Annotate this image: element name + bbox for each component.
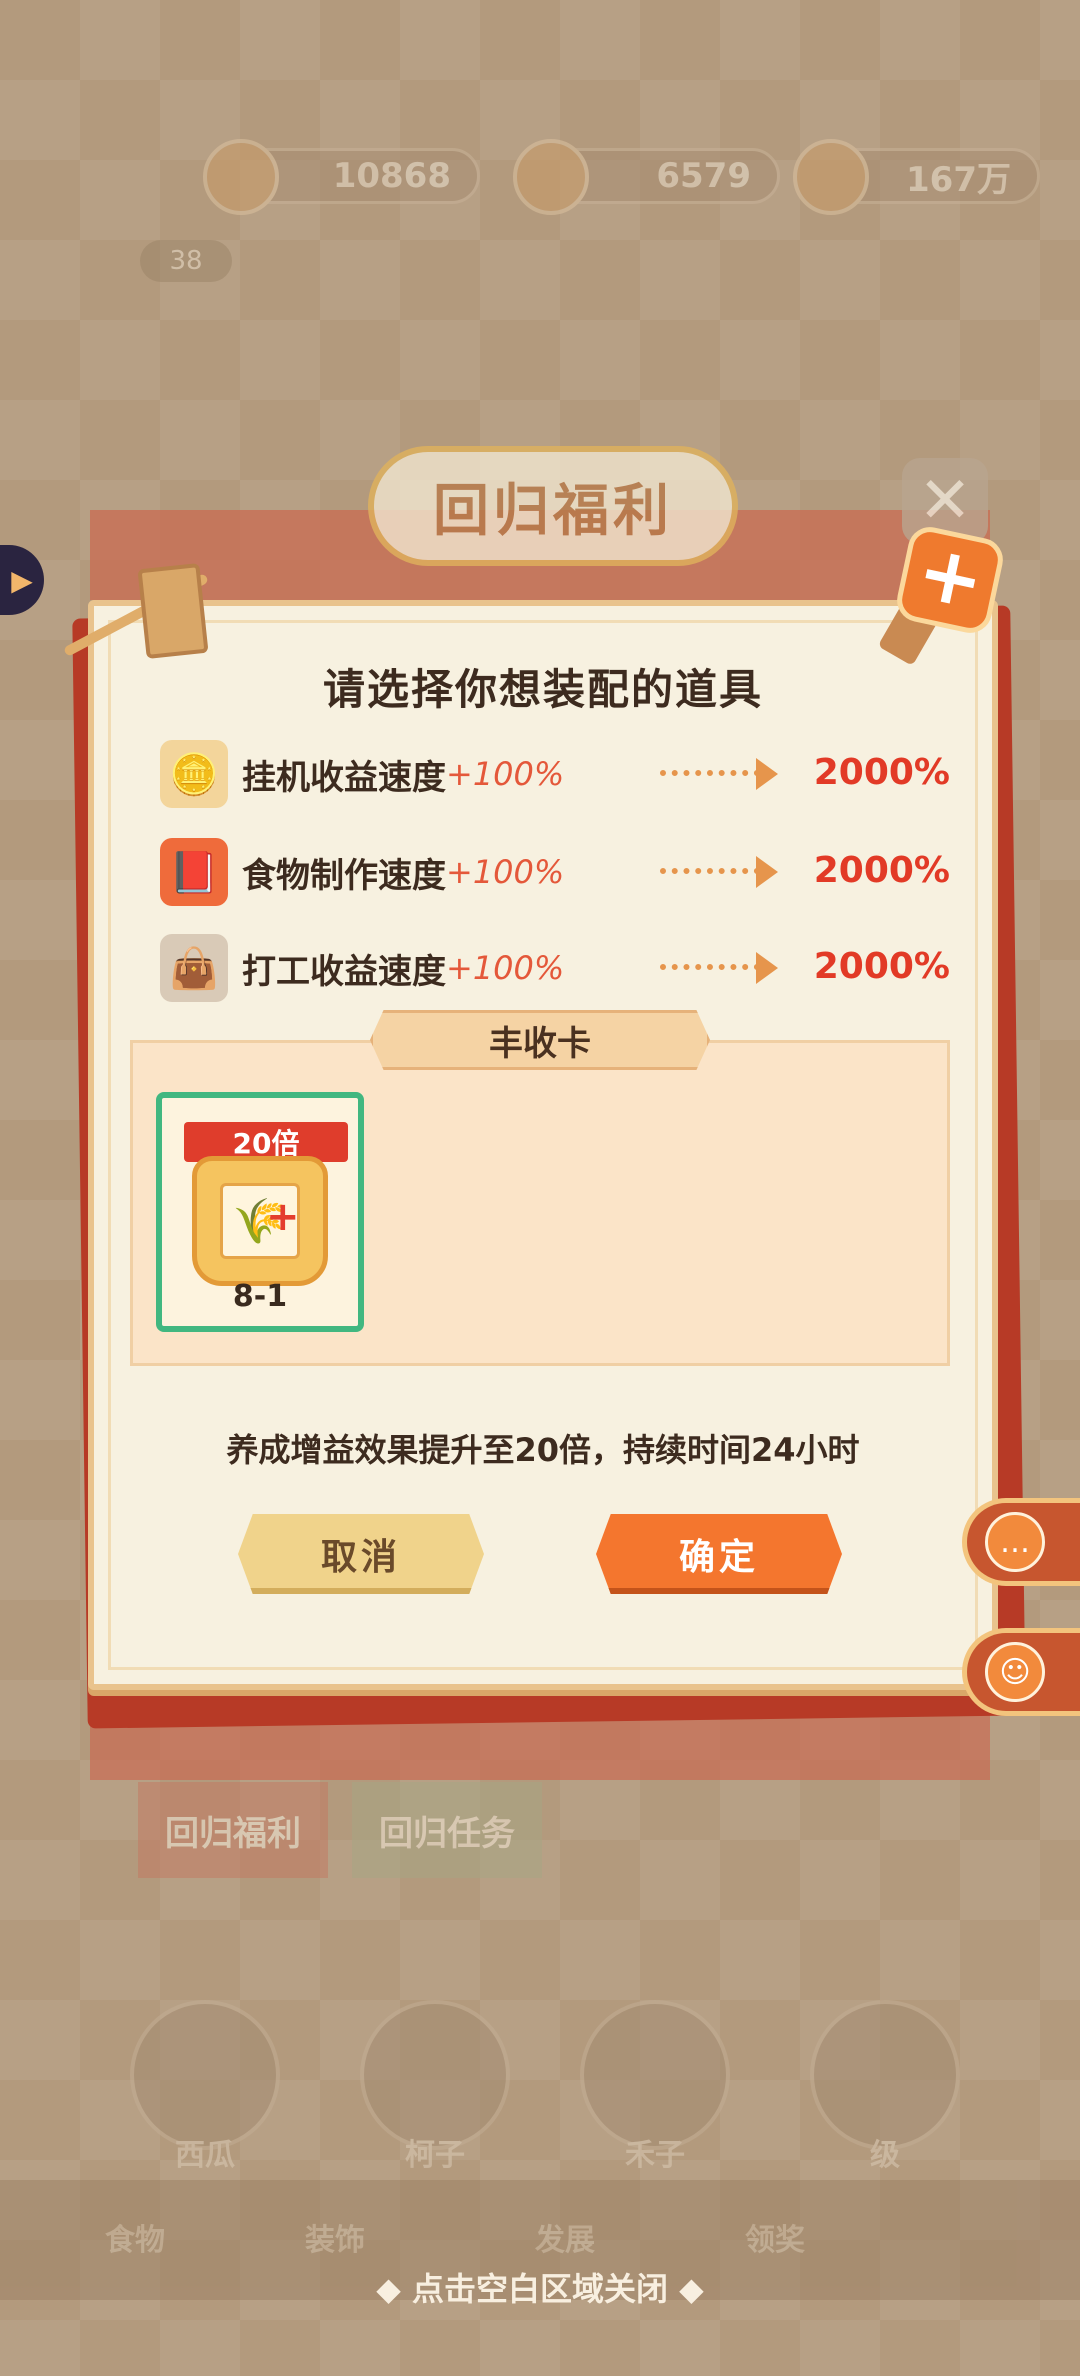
heart-icon xyxy=(513,139,589,215)
bonus-increment: +100% xyxy=(446,949,565,987)
confirm-button[interactable]: 确定 xyxy=(596,1514,842,1594)
dotted-arrow-icon xyxy=(660,868,760,874)
resource-heart: 6579 xyxy=(513,139,780,215)
player-level: 38 xyxy=(140,240,232,282)
bonus-label: 挂机收益速度 xyxy=(242,757,446,798)
bonus-row-idle-income: 🪙 挂机收益速度 +100% 2000% xyxy=(160,734,950,814)
work-bag-icon: 👜 xyxy=(160,934,228,1002)
coins-icon: 🪙 xyxy=(160,740,228,808)
bonus-label: 打工收益速度 xyxy=(242,951,446,992)
harvest-card-item[interactable]: 20倍 🌾 + 8-1 xyxy=(156,1092,364,1332)
bonus-row-work-income: 👜 打工收益速度 +100% 2000% xyxy=(160,928,950,1008)
dotted-arrow-icon xyxy=(660,964,760,970)
character-name: 禾子 xyxy=(625,2138,685,2173)
arrow-head-icon xyxy=(756,856,778,888)
effect-description: 养成增益效果提升至20倍，持续时间24小时 xyxy=(226,1431,860,1469)
arrow-head-icon xyxy=(756,758,778,790)
bonus-result: 2000% xyxy=(813,752,950,793)
nav-item: 食物 xyxy=(105,2223,165,2258)
close-hint-text[interactable]: ◆ 点击空白区域关闭 ◆ xyxy=(0,2264,1080,2310)
harvest-bag-icon: 🌾 xyxy=(192,1156,328,1286)
character-name: 级 xyxy=(870,2138,900,2173)
nav-item: 发展 xyxy=(535,2223,595,2258)
cancel-button[interactable]: 取消 xyxy=(238,1514,484,1594)
popup-title: 回归福利 xyxy=(368,446,738,566)
nav-item: 领奖 xyxy=(745,2223,805,2258)
character-name: 西瓜 xyxy=(175,2138,235,2173)
resource-coin: 167万 xyxy=(793,139,1040,215)
coin-icon xyxy=(793,139,869,215)
profile-button[interactable]: ☺ xyxy=(962,1628,1080,1716)
nav-item: 装饰 xyxy=(305,2223,365,2258)
item-code: 8-1 xyxy=(232,1279,288,1314)
chat-bubble-icon: … xyxy=(985,1512,1045,1572)
tab-return-welfare: 回归福利 xyxy=(138,1782,328,1878)
wood-tag-decoration xyxy=(137,563,209,659)
resource-flower: 10868 xyxy=(203,139,480,215)
character-avatar xyxy=(130,2000,280,2150)
arrow-head-icon xyxy=(756,952,778,984)
section-tab-harvest-card: 丰收卡 xyxy=(370,1010,710,1070)
tab-return-tasks: 回归任务 xyxy=(352,1782,542,1878)
character-name: 柯子 xyxy=(405,2138,465,2173)
bonus-increment: +100% xyxy=(446,755,565,793)
dialog-heading: 请选择你想装配的道具 xyxy=(322,665,763,714)
character-avatar xyxy=(810,2000,960,2150)
character-avatar xyxy=(580,2000,730,2150)
bonus-increment: +100% xyxy=(446,853,565,891)
bonus-label: 食物制作速度 xyxy=(242,855,446,896)
recipe-book-icon: 📕 xyxy=(160,838,228,906)
plus-badge-icon: + xyxy=(266,1194,300,1240)
bonus-row-food-production: 📕 食物制作速度 +100% 2000% xyxy=(160,832,950,912)
dotted-arrow-icon xyxy=(660,770,760,776)
bonus-result: 2000% xyxy=(813,946,950,987)
bonus-result: 2000% xyxy=(813,850,950,891)
chat-button[interactable]: … xyxy=(962,1498,1080,1586)
character-face-icon: ☺ xyxy=(985,1642,1045,1702)
character-avatar xyxy=(360,2000,510,2150)
flower-icon xyxy=(203,139,279,215)
plus-sign-icon: + xyxy=(893,523,1007,637)
